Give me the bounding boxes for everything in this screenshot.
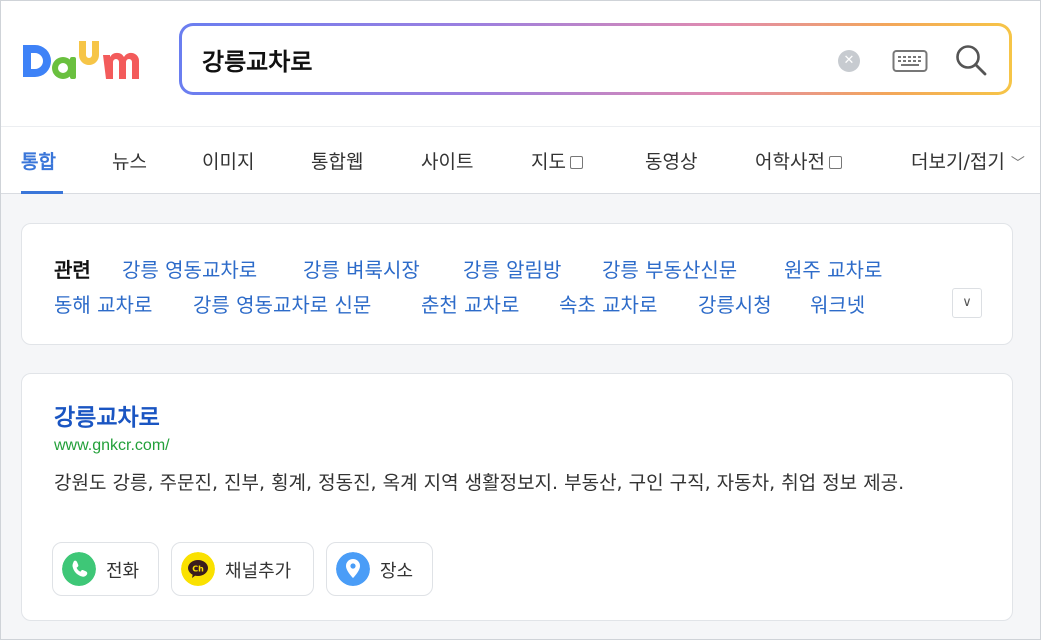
tab-web[interactable]: 통합웹 [311,147,363,174]
location-label: 장소 [380,561,414,582]
search-tabs: 통합 뉴스 이미지 통합웹 사이트 지도 동영상 어학사전 더보기/접기 ﹀ [1,126,1040,194]
chevron-down-icon: ﹀ [1010,156,1025,172]
tab-map-label: 지도 [531,151,566,173]
related-link[interactable]: 강릉 영동교차로 신문 [193,289,371,318]
keyboard-icon[interactable] [892,48,928,74]
tab-map[interactable]: 지도 [531,147,583,174]
related-link[interactable]: 춘천 교차로 [421,289,519,318]
phone-icon [62,552,96,586]
result-url[interactable]: www.gnkcr.com/ [54,437,170,455]
header: ✕ [1,1,1040,126]
external-window-icon [569,156,583,169]
related-link[interactable]: 강릉 알림방 [463,254,561,283]
call-label: 전화 [106,561,140,582]
related-link[interactable]: 원주 교차로 [784,254,882,283]
tab-dictionary[interactable]: 어학사전 [755,147,842,174]
related-link[interactable]: 동해 교차로 [54,289,152,318]
expand-related-button[interactable]: ∨ [952,288,982,318]
tab-more[interactable]: 더보기/접기 ﹀ [911,147,1025,174]
related-link[interactable]: 워크넷 [810,289,865,318]
search-result: 강릉교차로 www.gnkcr.com/ 강원도 강릉, 주문진, 진부, 횡계… [21,373,1013,621]
kakao-channel-icon: Ch [181,552,215,586]
related-link[interactable]: 속초 교차로 [559,289,657,318]
related-title: 관련 [54,258,91,282]
tab-dictionary-label: 어학사전 [755,151,825,173]
clear-search-button[interactable]: ✕ [838,50,860,72]
tab-videos[interactable]: 동영상 [645,147,697,174]
add-channel-button[interactable]: Ch 채널추가 [171,542,314,596]
active-tab-indicator [21,191,63,194]
related-link[interactable]: 강릉시청 [698,289,772,318]
add-channel-label: 채널추가 [225,561,292,582]
external-window-icon [828,156,842,169]
related-link[interactable]: 강릉 영동교차로 [122,254,257,283]
related-link[interactable]: 강릉 부동산신문 [602,254,737,283]
tab-sites[interactable]: 사이트 [421,147,473,174]
result-description: 강원도 강릉, 주문진, 진부, 횡계, 정동진, 옥계 지역 생활정보지. 부… [54,472,905,494]
search-box-inner: ✕ [182,26,1009,92]
related-link[interactable]: 강릉 벼룩시장 [303,254,420,283]
tab-all[interactable]: 통합 [21,147,56,174]
tab-news[interactable]: 뉴스 [112,147,147,174]
tab-more-label: 더보기/접기 [911,151,1005,173]
location-button[interactable]: 장소 [326,542,433,596]
result-title-link[interactable]: 강릉교차로 [54,398,160,432]
map-pin-icon [336,552,370,586]
kakao-channel-text: Ch [192,565,204,574]
related-searches: 관련 강릉 영동교차로 강릉 벼룩시장 강릉 알림방 강릉 부동산신문 원주 교… [21,223,1013,345]
search-box: ✕ [179,23,1012,95]
call-button[interactable]: 전화 [52,542,159,596]
search-icon[interactable] [954,43,988,77]
daum-logo[interactable] [21,35,151,87]
tab-images[interactable]: 이미지 [202,147,254,174]
chevron-down-icon: ∨ [962,295,972,310]
search-input[interactable] [202,38,802,80]
